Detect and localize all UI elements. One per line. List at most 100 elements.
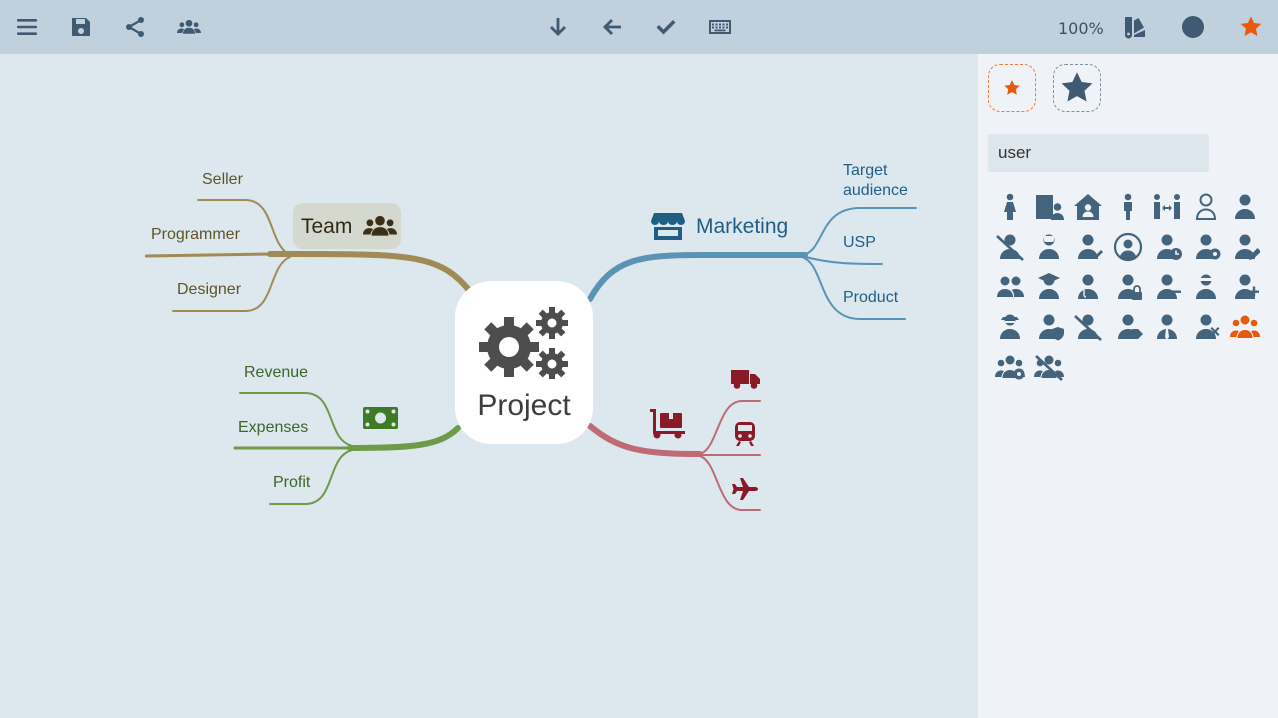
icon-option-user-graduate-icon[interactable] — [1029, 267, 1068, 307]
icon-option-user-outline-icon[interactable] — [1186, 187, 1225, 227]
icon-option-user-shield-icon[interactable] — [1029, 307, 1068, 347]
user-xmark-icon — [1196, 314, 1220, 339]
icon-option-person-icon[interactable] — [1108, 187, 1147, 227]
icon-option-user-xmark-icon[interactable] — [1186, 307, 1225, 347]
truck-icon[interactable] — [731, 370, 760, 389]
share-button[interactable] — [117, 9, 153, 45]
users-icon — [177, 19, 201, 34]
icon-option-user-secret-icon[interactable] — [990, 307, 1029, 347]
person-icon — [1123, 193, 1132, 220]
center-node[interactable]: Project — [455, 281, 593, 444]
user-check-icon — [1078, 234, 1104, 259]
users-gear-icon — [994, 355, 1025, 380]
icon-option-circle-user-icon[interactable] — [1108, 227, 1147, 267]
users-slash-icon — [1033, 355, 1064, 381]
icon-option-user-minus-icon[interactable] — [1147, 267, 1186, 307]
toolbar: 100% — [0, 0, 1278, 54]
icon-option-user-check-icon[interactable] — [1069, 227, 1108, 267]
mindmap-canvas[interactable]: Project Team Seller Programmer Designer … — [0, 54, 978, 718]
icon-option-user-lock-icon[interactable] — [1108, 267, 1147, 307]
icon-option-person-dress-icon[interactable] — [990, 187, 1029, 227]
marketing-child-target-line2[interactable]: audience — [843, 182, 908, 200]
icon-option-user-icon[interactable] — [1226, 187, 1265, 227]
icon-size-small-button[interactable] — [988, 64, 1036, 112]
star-small-icon — [1004, 80, 1020, 95]
style-button[interactable] — [1117, 9, 1153, 45]
icon-option-building-user-icon[interactable] — [1029, 187, 1068, 227]
user-astronaut-icon — [1038, 234, 1059, 259]
icon-option-user-slash-outline-icon[interactable] — [1069, 307, 1108, 347]
confirm-button[interactable] — [648, 9, 684, 45]
icon-option-user-slash-icon[interactable] — [990, 227, 1029, 267]
star-icon — [1240, 16, 1262, 36]
plane-icon[interactable] — [732, 478, 758, 500]
icon-option-users-gear-icon[interactable] — [990, 347, 1029, 387]
finance-child-profit[interactable]: Profit — [273, 474, 310, 492]
team-node[interactable]: Team — [293, 203, 401, 249]
user-tie-icon — [1156, 314, 1177, 340]
icon-size-large-button[interactable] — [1053, 64, 1101, 112]
collaborators-button[interactable] — [171, 9, 207, 45]
house-user-icon — [1074, 194, 1103, 220]
users-icon — [1230, 315, 1261, 338]
icon-option-user-group-icon[interactable] — [990, 267, 1029, 307]
user-outline-icon — [1196, 193, 1217, 220]
building-user-icon — [1035, 195, 1064, 220]
icon-option-user-gear-icon[interactable] — [1186, 227, 1225, 267]
icon-option-user-pen-icon[interactable] — [1226, 227, 1265, 267]
user-slash-icon — [995, 234, 1024, 261]
share-icon — [126, 17, 144, 37]
money-icon[interactable] — [363, 406, 398, 430]
zoom-level[interactable]: 100% — [1058, 19, 1104, 38]
user-plus-icon — [1235, 274, 1260, 299]
store-icon — [651, 213, 685, 240]
marketing-child-usp[interactable]: USP — [843, 234, 876, 252]
icon-option-user-ninja-icon[interactable] — [1186, 267, 1225, 307]
users-icon — [363, 215, 397, 236]
user-shield-icon — [1038, 314, 1064, 341]
train-icon[interactable] — [735, 422, 755, 446]
menu-button[interactable] — [9, 9, 45, 45]
finance-child-revenue[interactable]: Revenue — [244, 364, 308, 382]
user-group-icon — [996, 276, 1024, 297]
icon-option-people-arrows-icon[interactable] — [1147, 187, 1186, 227]
team-child-programmer[interactable]: Programmer — [151, 226, 240, 244]
marketing-child-product[interactable]: Product — [843, 289, 898, 307]
marketing-child-target-line1[interactable]: Target — [843, 162, 887, 180]
icon-option-user-astronaut-icon[interactable] — [1029, 227, 1068, 267]
arrow-down-icon — [550, 18, 566, 36]
icon-option-user-tie-icon[interactable] — [1147, 307, 1186, 347]
dolly-icon[interactable] — [650, 409, 685, 439]
people-arrows-icon — [1153, 194, 1180, 219]
icon-option-user-doctor-icon[interactable] — [1069, 267, 1108, 307]
icon-option-users-slash-icon[interactable] — [1029, 347, 1068, 387]
person-dress-icon — [1003, 193, 1016, 220]
team-child-designer[interactable]: Designer — [177, 281, 241, 299]
move-left-button[interactable] — [594, 9, 630, 45]
user-tag-icon — [1117, 314, 1143, 339]
icon-search-input[interactable] — [988, 134, 1209, 172]
circle-icon — [1182, 16, 1204, 38]
finance-child-expenses[interactable]: Expenses — [238, 419, 308, 437]
icon-option-users-icon[interactable] — [1226, 307, 1265, 347]
icon-option-house-user-icon[interactable] — [1069, 187, 1108, 227]
user-minus-icon — [1156, 274, 1181, 299]
icon-sidebar — [978, 54, 1278, 718]
move-down-button[interactable] — [540, 9, 576, 45]
user-secret-icon — [999, 314, 1020, 339]
icon-option-user-tag-icon[interactable] — [1108, 307, 1147, 347]
team-node-label: Team — [301, 215, 353, 238]
icon-option-user-clock-icon[interactable] — [1147, 227, 1186, 267]
shape-button[interactable] — [1175, 9, 1211, 45]
menu-icon — [17, 19, 37, 35]
icon-button[interactable] — [1233, 9, 1269, 45]
save-button[interactable] — [63, 9, 99, 45]
team-child-seller[interactable]: Seller — [202, 171, 243, 189]
user-icon — [1235, 194, 1256, 219]
keyboard-button[interactable] — [702, 9, 738, 45]
icon-option-user-plus-icon[interactable] — [1226, 267, 1265, 307]
user-graduate-icon — [1037, 273, 1060, 299]
star-large-icon — [1061, 72, 1093, 102]
user-slash-outline-icon — [1074, 314, 1103, 341]
marketing-node-label[interactable]: Marketing — [696, 215, 788, 239]
